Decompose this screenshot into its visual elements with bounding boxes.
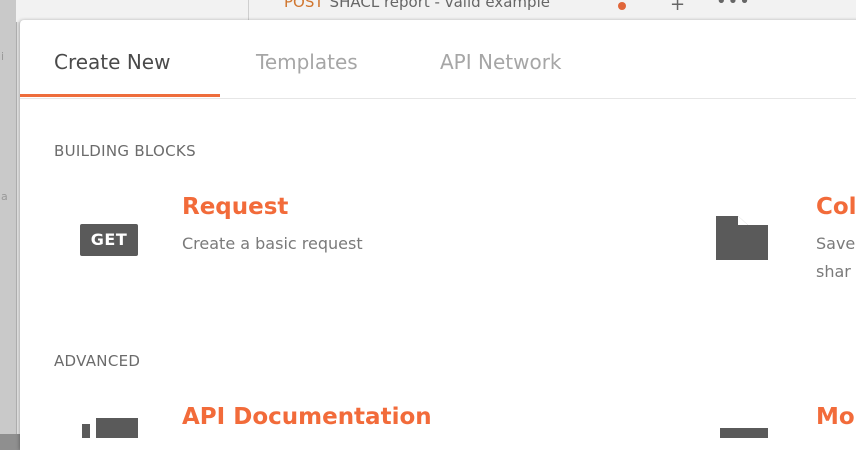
folder-icon[interactable] [716,216,768,260]
create-new-modal: Create New Templates API Network BUILDIN… [20,20,856,450]
background-edge-mark: i [1,50,5,63]
background-tab-method: POST [284,0,324,11]
background-sidebar-edge: i a [0,0,17,434]
documentation-icon[interactable] [82,418,140,438]
tab-create-new[interactable]: Create New [54,50,170,74]
collection-title[interactable]: Col [816,194,856,220]
section-label-building-blocks: BUILDING BLOCKS [54,142,196,160]
background-edge-mark: a [1,190,8,203]
request-description: Create a basic request [182,234,363,253]
new-tab-plus-icon[interactable]: + [670,0,685,15]
background-tab-title: SHACL report - valid example [329,0,550,11]
tab-templates[interactable]: Templates [256,50,358,74]
tab-api-network[interactable]: API Network [440,50,562,74]
api-documentation-title[interactable]: API Documentation [182,404,432,430]
active-tab-indicator [20,94,220,97]
request-title[interactable]: Request [182,194,288,220]
mock-title[interactable]: Mo [816,404,855,430]
collection-description-line1: Save [816,234,856,253]
modal-tab-bar: Create New Templates API Network [20,20,856,99]
collection-description-line2: shar [816,262,851,281]
section-label-advanced: ADVANCED [54,352,141,370]
background-request-tab[interactable]: POST SHACL report - valid example [284,0,550,11]
background-tab-divider [248,0,249,22]
mock-server-icon[interactable] [720,428,768,438]
background-tab-bar: POST SHACL report - valid example + ••• [16,0,856,22]
unsaved-dot-icon [618,2,626,10]
get-badge-icon[interactable]: GET [80,224,138,256]
more-options-icon[interactable]: ••• [716,0,751,12]
